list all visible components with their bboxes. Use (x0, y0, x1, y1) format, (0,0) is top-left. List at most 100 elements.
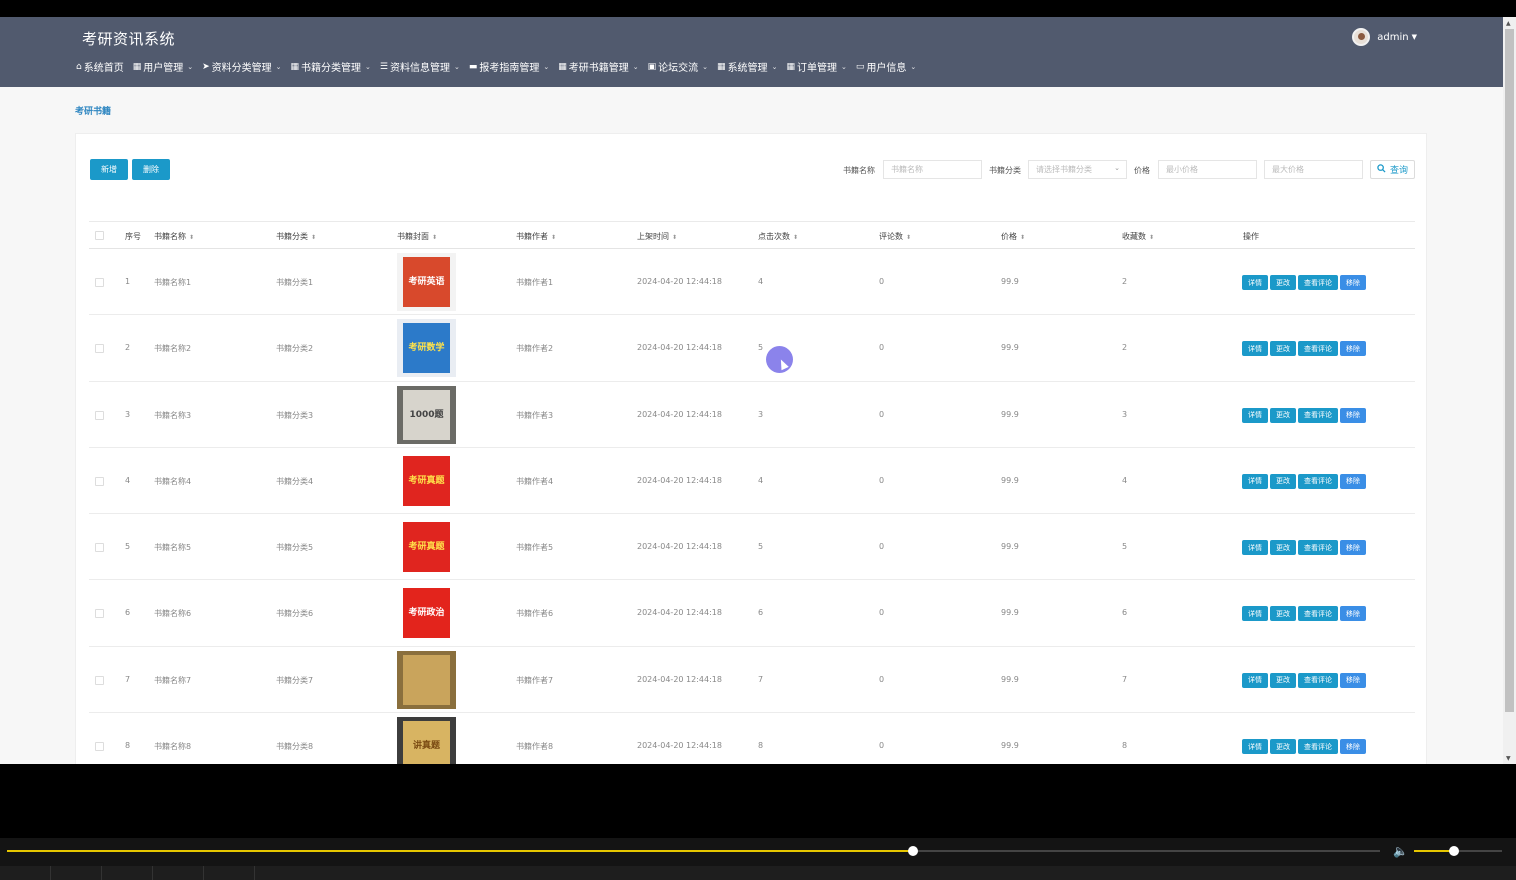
book-cover-image[interactable]: 讲真题 (397, 717, 456, 764)
edit-button[interactable]: 更改 (1270, 672, 1296, 688)
page-scrollbar[interactable]: ▲ ▼ (1503, 17, 1516, 764)
column-header-sortable[interactable]: 书籍封面 ⬍ (397, 231, 437, 242)
book-cover-image[interactable]: 考研英语 (397, 253, 456, 311)
table-row[interactable]: 2 书籍名称2 书籍分类2 书籍作者2 2024-04-20 12:44:18 5 0 99.… (89, 315, 1415, 382)
view-comments-button[interactable]: 查看评论 (1298, 606, 1338, 622)
remove-button[interactable]: 移除 (1340, 606, 1366, 622)
column-header-sortable[interactable]: 评论数 ⬍ (879, 231, 911, 242)
select-all-checkbox[interactable] (95, 231, 104, 240)
detail-button[interactable]: 详情 (1242, 739, 1268, 755)
nav-item[interactable]: ☰ 资料信息管理 ⌄ (380, 59, 460, 75)
row-checkbox[interactable] (95, 344, 104, 354)
row-checkbox[interactable] (95, 476, 104, 486)
book-cover-image[interactable]: 考研真题 (397, 518, 456, 577)
nav-item[interactable]: ⌂ 系统首页 (76, 59, 124, 75)
detail-button[interactable]: 详情 (1242, 473, 1268, 489)
remove-button[interactable]: 移除 (1340, 275, 1366, 290)
nav-item[interactable]: ▬ 报考指南管理 ⌄ (469, 59, 549, 75)
edit-button[interactable]: 更改 (1270, 473, 1296, 489)
volume-handle[interactable] (1448, 846, 1459, 856)
book-cover-image[interactable]: 考研真题 (397, 451, 456, 510)
volume-icon[interactable]: 🔈 (1393, 844, 1408, 858)
row-checkbox[interactable] (95, 543, 104, 553)
detail-button[interactable]: 详情 (1242, 672, 1268, 688)
row-checkbox[interactable] (95, 675, 104, 685)
table-row[interactable]: 1 书籍名称1 书籍分类1 书籍作者1 2024-04-20 12:44:18 4 0 99.… (89, 249, 1415, 316)
column-header-sortable[interactable]: 书籍分类 ⬍ (276, 231, 316, 242)
table-row[interactable]: 3 书籍名称3 书籍分类3 书籍作者3 2024-04-20 12:44:18 3 0 99.… (89, 382, 1415, 448)
table-row[interactable]: 5 书籍名称5 书籍分类5 书籍作者5 2024-04-20 12:44:18 5 0 99.… (89, 514, 1415, 581)
remove-button[interactable]: 移除 (1340, 407, 1366, 423)
breadcrumb[interactable]: 考研书籍 (75, 104, 111, 117)
max-price-input[interactable]: 最大价格 (1264, 160, 1363, 179)
column-header-sortable[interactable]: 价格 ⬍ (1001, 231, 1025, 242)
remove-button[interactable]: 移除 (1340, 473, 1366, 489)
column-header-sortable[interactable]: 上架时间 ⬍ (637, 231, 677, 242)
book-cover-image[interactable]: 1000题 (397, 385, 456, 444)
edit-button[interactable]: 更改 (1270, 540, 1296, 556)
progress-bar[interactable] (7, 846, 1380, 856)
table-row[interactable]: 6 书籍名称6 书籍分类6 书籍作者6 2024-04-20 12:44:18 6 0 99.… (89, 580, 1415, 647)
taskbar-slot[interactable] (51, 866, 102, 880)
book-cover-image[interactable]: 考研政治 (397, 584, 456, 643)
taskbar-slot[interactable] (153, 866, 204, 880)
category-select[interactable]: 请选择书籍分类 ⌄ (1028, 160, 1127, 179)
nav-item[interactable]: ▭ 用户信息 ⌄ (856, 59, 916, 75)
column-header-sortable[interactable]: 点击次数 ⬍ (758, 231, 798, 242)
column-header-sortable[interactable]: 书籍名称 ⬍ (154, 231, 194, 242)
edit-button[interactable]: 更改 (1270, 407, 1296, 423)
view-comments-button[interactable]: 查看评论 (1298, 275, 1338, 290)
nav-item[interactable]: ➤ 资料分类管理 ⌄ (202, 59, 281, 75)
remove-button[interactable]: 移除 (1340, 739, 1366, 755)
book-cover-image[interactable]: 考研数学 (397, 319, 456, 378)
column-header-sortable[interactable]: 收藏数 ⬍ (1122, 231, 1154, 242)
query-button[interactable]: 查询 (1370, 160, 1416, 179)
view-comments-button[interactable]: 查看评论 (1298, 407, 1338, 423)
nav-item[interactable]: ▦ 系统管理 ⌄ (717, 59, 777, 75)
nav-item[interactable]: ▦ 考研书籍管理 ⌄ (558, 59, 638, 75)
detail-button[interactable]: 详情 (1242, 341, 1268, 357)
view-comments-button[interactable]: 查看评论 (1298, 739, 1338, 755)
delete-button[interactable]: 删除 (132, 159, 170, 180)
view-comments-button[interactable]: 查看评论 (1298, 473, 1338, 489)
view-comments-button[interactable]: 查看评论 (1298, 540, 1338, 556)
nav-item[interactable]: ▦ 书籍分类管理 ⌄ (291, 59, 371, 75)
row-checkbox[interactable] (95, 609, 104, 619)
row-checkbox[interactable] (95, 410, 104, 420)
remove-button[interactable]: 移除 (1340, 540, 1366, 556)
min-price-input[interactable]: 最小价格 (1158, 160, 1257, 179)
edit-button[interactable]: 更改 (1270, 341, 1296, 357)
user-menu[interactable]: admin ▼ (1352, 28, 1417, 46)
name-search-input[interactable]: 书籍名称 (883, 160, 982, 179)
add-button[interactable]: 新增 (90, 159, 128, 180)
nav-item[interactable]: ▦ 用户管理 ⌄ (133, 59, 193, 75)
progress-handle[interactable] (908, 846, 919, 856)
row-checkbox[interactable] (95, 278, 104, 287)
volume-slider[interactable] (1414, 846, 1502, 856)
edit-button[interactable]: 更改 (1270, 606, 1296, 622)
scroll-down-icon[interactable]: ▼ (1506, 755, 1511, 762)
view-comments-button[interactable]: 查看评论 (1298, 672, 1338, 688)
table-row[interactable]: 4 书籍名称4 书籍分类4 书籍作者4 2024-04-20 12:44:18 4 0 99.… (89, 448, 1415, 515)
nav-item[interactable]: ▣ 论坛交流 ⌄ (648, 59, 708, 75)
scroll-up-icon[interactable]: ▲ (1506, 20, 1511, 27)
table-row[interactable]: 7 书籍名称7 书籍分类7 书籍作者7 2024-04-20 12:44:18 7 0 99.… (89, 647, 1415, 714)
remove-button[interactable]: 移除 (1340, 672, 1366, 688)
nav-item[interactable]: ▦ 订单管理 ⌄ (786, 59, 846, 75)
table-row[interactable]: 8 书籍名称8 书籍分类8 书籍作者8 2024-04-20 12:44:18 8 0 99.… (89, 713, 1415, 764)
book-cover-image[interactable] (397, 650, 456, 709)
detail-button[interactable]: 详情 (1242, 275, 1268, 290)
taskbar-slot[interactable] (0, 866, 51, 880)
taskbar-slot[interactable] (102, 866, 153, 880)
detail-button[interactable]: 详情 (1242, 407, 1268, 423)
detail-button[interactable]: 详情 (1242, 606, 1268, 622)
column-header-sortable[interactable]: 书籍作者 ⬍ (516, 231, 556, 242)
remove-button[interactable]: 移除 (1340, 341, 1366, 357)
view-comments-button[interactable]: 查看评论 (1298, 341, 1338, 357)
scroll-thumb[interactable] (1505, 29, 1514, 712)
edit-button[interactable]: 更改 (1270, 739, 1296, 755)
row-checkbox[interactable] (95, 742, 104, 752)
detail-button[interactable]: 详情 (1242, 540, 1268, 556)
edit-button[interactable]: 更改 (1270, 275, 1296, 290)
taskbar-slot[interactable] (204, 866, 255, 880)
